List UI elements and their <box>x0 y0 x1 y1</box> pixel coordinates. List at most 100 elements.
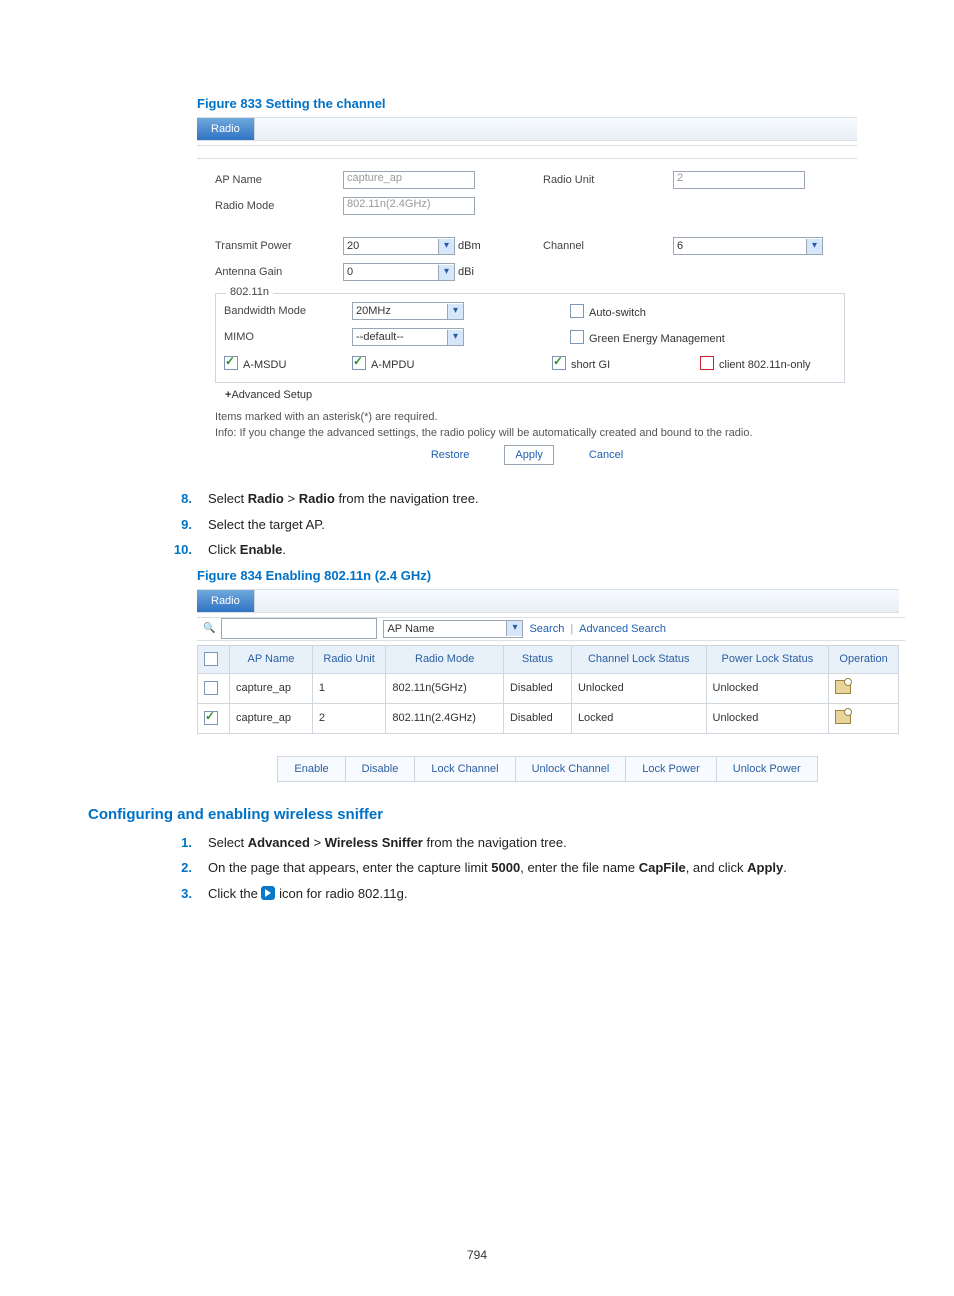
cell-chlock: Locked <box>571 703 706 733</box>
step-item: 8. Select Radio > Radio from the navigat… <box>168 489 866 509</box>
figure-833-screenshot: Radio AP Name capture_ap Radio Unit 2 Ra… <box>197 117 857 465</box>
autoswitch-checkbox[interactable] <box>570 304 584 318</box>
section-heading: Configuring and enabling wireless sniffe… <box>88 806 866 823</box>
table-row: capture_ap 2 802.11n(2.4GHz) Disabled Lo… <box>198 703 899 733</box>
radio-mode-input: 802.11n(2.4GHz) <box>343 197 475 215</box>
advanced-search-link[interactable]: Advanced Search <box>579 618 666 640</box>
col-operation: Operation <box>829 645 899 673</box>
cell-unit: 2 <box>312 703 386 733</box>
client11n-checkbox[interactable] <box>700 356 714 370</box>
edit-icon[interactable] <box>835 680 851 694</box>
mimo-select[interactable]: --default--▾ <box>352 328 464 346</box>
step-item: 9. Select the target AP. <box>168 515 866 535</box>
step-item: 3. Click the icon for radio 802.11g. <box>168 884 866 904</box>
radio-mode-label: Radio Mode <box>215 200 343 212</box>
cell-apname: capture_ap <box>230 673 313 703</box>
cancel-button[interactable]: Cancel <box>578 445 634 465</box>
unlock-channel-button[interactable]: Unlock Channel <box>515 756 627 782</box>
bandwidth-label: Bandwidth Mode <box>224 305 352 317</box>
radio-table: AP Name Radio Unit Radio Mode Status Cha… <box>197 645 899 734</box>
step-number: 10. <box>168 540 192 560</box>
step-number: 2. <box>168 858 192 878</box>
cell-unit: 1 <box>312 673 386 703</box>
antenna-gain-unit: dBi <box>458 266 474 278</box>
channel-select[interactable]: 6▾ <box>673 237 823 255</box>
ampdu-checkbox[interactable] <box>352 356 366 370</box>
col-apname: AP Name <box>230 645 313 673</box>
step-text: On the page that appears, enter the capt… <box>208 858 787 878</box>
step-item: 2. On the page that appears, enter the c… <box>168 858 866 878</box>
chevron-down-icon: ▾ <box>506 621 522 636</box>
figure-834-screenshot: Radio AP Name▾ Search | Advanced Search … <box>197 589 899 782</box>
cell-mode: 802.11n(2.4GHz) <box>386 703 504 733</box>
step-text: Select the target AP. <box>208 515 325 535</box>
mimo-label: MIMO <box>224 331 352 343</box>
tx-power-label: Transmit Power <box>215 240 343 252</box>
step-text: Click Enable. <box>208 540 286 560</box>
amsdu-checkbox[interactable] <box>224 356 238 370</box>
cell-chlock: Unlocked <box>571 673 706 703</box>
antenna-gain-label: Antenna Gain <box>215 266 343 278</box>
tab-bar: Radio <box>197 589 899 613</box>
cell-pwlock: Unlocked <box>706 703 829 733</box>
lock-channel-button[interactable]: Lock Channel <box>414 756 515 782</box>
antenna-gain-select[interactable]: 0▾ <box>343 263 455 281</box>
unlock-power-button[interactable]: Unlock Power <box>716 756 818 782</box>
step-text: Select Radio > Radio from the navigation… <box>208 489 479 509</box>
section-80211n: 802.11n Bandwidth Mode 20MHz▾ Auto-switc… <box>215 293 845 383</box>
select-all-checkbox[interactable] <box>204 652 218 666</box>
search-field-select[interactable]: AP Name▾ <box>383 620 523 638</box>
step-item: 1. Select Advanced > Wireless Sniffer fr… <box>168 833 866 853</box>
row-checkbox[interactable] <box>204 681 218 695</box>
advanced-setup-toggle[interactable]: +Advanced Setup <box>225 389 845 401</box>
col-radiomode: Radio Mode <box>386 645 504 673</box>
tx-power-select[interactable]: 20▾ <box>343 237 455 255</box>
required-note: Items marked with an asterisk(*) are req… <box>215 411 857 423</box>
client11n-label: client 802.11n-only <box>719 359 811 371</box>
figure-833-caption: Figure 833 Setting the channel <box>197 96 866 111</box>
chevron-down-icon: ▾ <box>438 265 454 280</box>
search-button[interactable]: Search <box>529 618 564 640</box>
step-number: 8. <box>168 489 192 509</box>
ap-name-label: AP Name <box>215 174 343 186</box>
action-row: Restore Apply Cancel <box>197 445 857 465</box>
radio-unit-input: 2 <box>673 171 805 189</box>
edit-icon[interactable] <box>835 710 851 724</box>
ap-name-input: capture_ap <box>343 171 475 189</box>
enable-button[interactable]: Enable <box>277 756 345 782</box>
tab-radio[interactable]: Radio <box>197 118 255 140</box>
row-checkbox[interactable] <box>204 711 218 725</box>
amsdu-label: A-MSDU <box>243 359 286 371</box>
col-chlock: Channel Lock Status <box>571 645 706 673</box>
cell-pwlock: Unlocked <box>706 673 829 703</box>
chevron-down-icon: ▾ <box>447 330 463 345</box>
step-text: Select Advanced > Wireless Sniffer from … <box>208 833 567 853</box>
tab-radio[interactable]: Radio <box>197 590 255 612</box>
channel-label: Channel <box>543 240 673 252</box>
lock-power-button[interactable]: Lock Power <box>625 756 716 782</box>
col-status: Status <box>503 645 571 673</box>
green-energy-checkbox[interactable] <box>570 330 584 344</box>
restore-button[interactable]: Restore <box>420 445 481 465</box>
shortgi-checkbox[interactable] <box>552 356 566 370</box>
bandwidth-select[interactable]: 20MHz▾ <box>352 302 464 320</box>
chevron-down-icon: ▾ <box>447 304 463 319</box>
tx-power-unit: dBm <box>458 240 481 252</box>
shortgi-label: short GI <box>571 359 610 371</box>
search-icon <box>203 617 215 640</box>
search-input[interactable] <box>221 618 377 639</box>
steps-b: 1. Select Advanced > Wireless Sniffer fr… <box>168 833 866 904</box>
autoswitch-label: Auto-switch <box>589 307 646 319</box>
apply-button[interactable]: Apply <box>504 445 554 465</box>
steps-a: 8. Select Radio > Radio from the navigat… <box>168 489 866 560</box>
cell-apname: capture_ap <box>230 703 313 733</box>
ampdu-label: A-MPDU <box>371 359 414 371</box>
step-item: 10. Click Enable. <box>168 540 866 560</box>
info-note: Info: If you change the advanced setting… <box>215 427 857 439</box>
disable-button[interactable]: Disable <box>345 756 416 782</box>
section-legend: 802.11n <box>226 286 273 298</box>
tab-bar: Radio <box>197 117 857 141</box>
chevron-down-icon: ▾ <box>806 239 822 254</box>
step-number: 3. <box>168 884 192 904</box>
search-bar: AP Name▾ Search | Advanced Search <box>197 617 905 641</box>
